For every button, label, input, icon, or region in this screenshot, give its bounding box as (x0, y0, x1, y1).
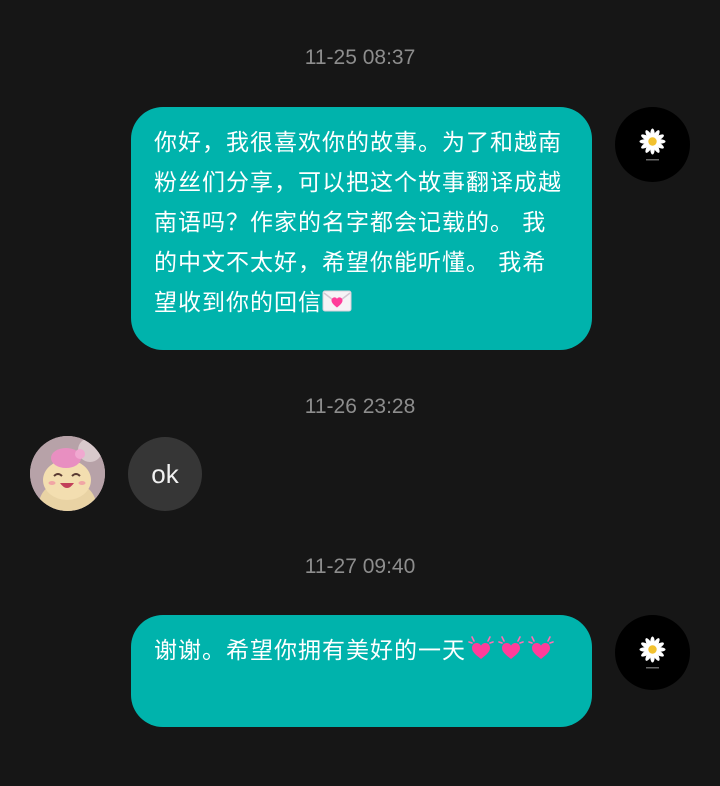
timestamp: 11-26 23:28 (304, 395, 416, 418)
message-text: 谢谢。希望你拥有美好的一天 (154, 638, 466, 664)
timestamp: 11-27 09:40 (304, 555, 416, 578)
message-bubble-incoming[interactable]: ok (128, 437, 202, 511)
beating-heart-icon (526, 633, 556, 674)
beating-heart-icon (496, 633, 526, 674)
message-text: 你好，我很喜欢你的故事。为了和越南粉丝们分享，可以把这个故事翻译成越南语吗？作家… (154, 130, 562, 316)
message-bubble-outgoing[interactable]: 你好，我很喜欢你的故事。为了和越南粉丝们分享，可以把这个故事翻译成越南语吗？作家… (131, 107, 592, 350)
daisy-icon (639, 636, 666, 669)
my-avatar[interactable] (615, 107, 690, 182)
message-bubble-outgoing[interactable]: 谢谢。希望你拥有美好的一天 (131, 615, 592, 727)
daisy-icon (639, 128, 666, 161)
love-letter-icon (322, 286, 352, 326)
contact-avatar[interactable] (30, 436, 105, 511)
timestamp: 11-25 08:37 (304, 46, 416, 69)
beating-heart-icon (466, 633, 496, 674)
skitty-avatar-icon (30, 436, 105, 511)
my-avatar[interactable] (615, 615, 690, 690)
